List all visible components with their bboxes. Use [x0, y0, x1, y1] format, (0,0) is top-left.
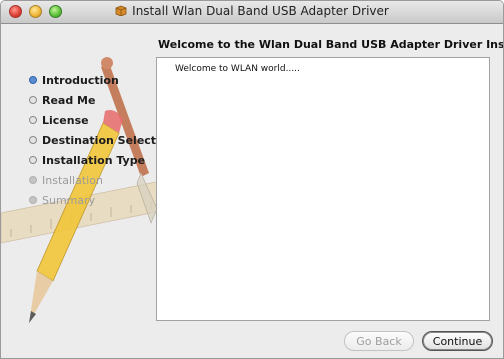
step-label: Installation Type [42, 154, 146, 167]
step-bullet-icon [29, 156, 37, 164]
installer-steps-list: Introduction Read Me License Destination… [29, 73, 156, 213]
step-destination-select: Destination Select [29, 133, 156, 153]
installer-window: Install Wlan Dual Band USB Adapter Drive… [0, 0, 504, 359]
disabled-step-bullet-icon [29, 196, 37, 204]
step-installation-type: Installation Type [29, 153, 156, 173]
page-heading: Welcome to the Wlan Dual Band USB Adapte… [158, 38, 504, 51]
window-title: Install Wlan Dual Band USB Adapter Drive… [132, 4, 389, 18]
step-installation: Installation [29, 173, 156, 193]
step-label: Introduction [42, 74, 119, 87]
step-bullet-icon [29, 136, 37, 144]
step-introduction: Introduction [29, 73, 156, 93]
active-step-bullet-icon [29, 76, 37, 84]
step-label: Installation [42, 174, 103, 187]
step-label: License [42, 114, 89, 127]
step-label: Read Me [42, 94, 96, 107]
step-summary: Summary [29, 193, 156, 213]
step-bullet-icon [29, 96, 37, 104]
package-icon [115, 5, 127, 16]
disabled-step-bullet-icon [29, 176, 37, 184]
step-label: Destination Select [42, 134, 157, 147]
step-read-me: Read Me [29, 93, 156, 113]
window-title-group: Install Wlan Dual Band USB Adapter Drive… [1, 4, 503, 18]
step-license: License [29, 113, 156, 133]
step-label: Summary [42, 194, 96, 207]
continue-button[interactable]: Continue [422, 331, 493, 351]
welcome-text: Welcome to WLAN world..... [175, 64, 300, 74]
step-bullet-icon [29, 116, 37, 124]
title-bar[interactable]: Install Wlan Dual Band USB Adapter Drive… [1, 1, 503, 24]
go-back-button[interactable]: Go Back [344, 331, 414, 351]
content-pane[interactable]: Welcome to WLAN world..... [156, 57, 490, 321]
